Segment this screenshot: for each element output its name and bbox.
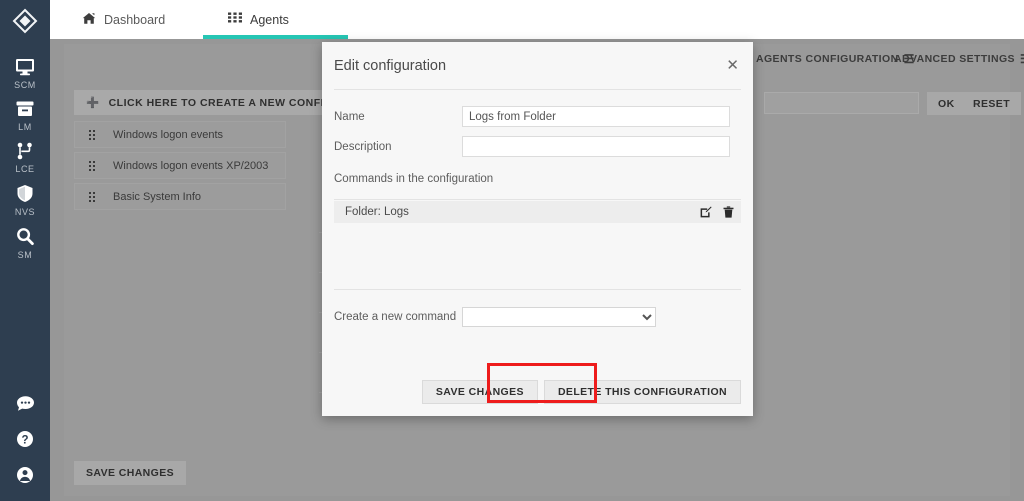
command-name: Folder: Logs <box>345 206 409 218</box>
user-circle-icon <box>16 466 34 484</box>
commands-top-divider <box>334 199 741 200</box>
home-icon <box>82 12 96 28</box>
command-row: Folder: Logs <box>334 201 741 223</box>
monitor-icon <box>15 58 35 76</box>
page-save-changes-button[interactable]: SAVE CHANGES <box>74 461 187 485</box>
ok-button-label: OK <box>938 97 955 110</box>
drag-handle-icon[interactable] <box>89 160 95 171</box>
modal-body: Name Description Commands in the configu… <box>322 90 753 327</box>
edit-configuration-modal: Edit configuration ✕ Name Description Co… <box>322 42 753 416</box>
sidebar-item-label: LM <box>18 122 32 132</box>
sidebar-item-sm[interactable]: SM <box>0 220 50 263</box>
save-changes-label: SAVE CHANGES <box>86 467 175 479</box>
header-label: AGENTS CONFIGURATION <box>756 53 899 65</box>
app-root: SCM LM LCE NVS SM ? Dashboard Agents AGE… <box>0 0 1024 501</box>
delete-configuration-label: DELETE THIS CONFIGURATION <box>557 386 727 398</box>
configuration-list-item[interactable]: Windows logon events XP/2003 <box>74 152 286 179</box>
agents-configuration-header[interactable]: AGENTS CONFIGURATION ☰ <box>756 52 915 66</box>
magnifier-icon <box>15 227 35 246</box>
help-circle-icon: ? <box>16 430 34 448</box>
rail-bottom-group: ? <box>0 386 50 493</box>
archive-box-icon <box>15 100 35 118</box>
chat-bubble-icon <box>16 395 35 412</box>
close-icon[interactable]: ✕ <box>726 58 739 73</box>
delete-configuration-button[interactable]: DELETE THIS CONFIGURATION <box>543 380 741 404</box>
modal-header: Edit configuration ✕ <box>322 42 753 89</box>
configuration-name: Windows logon events <box>113 128 224 141</box>
shield-icon <box>15 184 35 203</box>
save-changes-button[interactable]: SAVE CHANGES <box>421 380 538 404</box>
trash-icon[interactable] <box>723 206 734 218</box>
grid-icon <box>228 12 242 27</box>
header-label: ADVANCED SETTINGS <box>894 53 1015 65</box>
svg-text:?: ? <box>21 434 28 446</box>
help-button[interactable]: ? <box>0 421 50 457</box>
drag-handle-icon[interactable] <box>89 191 95 202</box>
new-command-select[interactable] <box>462 307 656 327</box>
configuration-name: Basic System Info <box>113 190 202 203</box>
left-rail: SCM LM LCE NVS SM ? <box>0 0 50 501</box>
sitemap-branch-icon <box>15 142 35 160</box>
tab-dashboard[interactable]: Dashboard <box>72 0 175 39</box>
configuration-name: Windows logon events XP/2003 <box>113 159 269 172</box>
new-command-row: Create a new command <box>334 290 741 327</box>
name-input[interactable] <box>462 106 730 127</box>
diamond-logo-icon[interactable] <box>12 8 38 39</box>
commands-section-label: Commands in the configuration <box>334 173 494 185</box>
description-input[interactable] <box>462 136 730 157</box>
hamburger-icon: ☰ <box>1020 52 1024 66</box>
name-field-row: Name <box>334 106 741 127</box>
search-input[interactable] <box>764 92 919 114</box>
top-tab-bar: Dashboard Agents <box>50 0 1024 39</box>
sidebar-item-nvs[interactable]: NVS <box>0 177 50 220</box>
reset-button-label: RESET <box>973 97 1011 110</box>
tab-label: Agents <box>250 12 289 27</box>
configuration-list-item[interactable]: Windows logon events <box>74 121 286 148</box>
new-command-label: Create a new command <box>334 311 457 323</box>
description-label: Description <box>334 140 392 153</box>
sidebar-item-label: SM <box>17 250 33 260</box>
tab-agents[interactable]: Agents <box>218 0 299 39</box>
chat-button[interactable] <box>0 386 50 421</box>
save-changes-label: SAVE CHANGES <box>435 386 524 398</box>
sidebar-item-label: NVS <box>14 207 36 217</box>
command-actions <box>700 206 734 218</box>
advanced-settings-header[interactable]: ADVANCED SETTINGS ☰ <box>894 52 1024 66</box>
commands-empty-space <box>334 223 741 289</box>
sidebar-item-lm[interactable]: LM <box>0 93 50 135</box>
description-field-row: Description <box>334 136 741 157</box>
reset-button[interactable]: RESET <box>962 92 1022 115</box>
sidebar-item-scm[interactable]: SCM <box>0 51 50 93</box>
tab-label: Dashboard <box>104 12 166 27</box>
modal-footer: SAVE CHANGES DELETE THIS CONFIGURATION <box>322 368 753 416</box>
configuration-list-item[interactable]: Basic System Info <box>74 183 286 210</box>
sidebar-item-lce[interactable]: LCE <box>0 135 50 177</box>
ok-button[interactable]: OK <box>927 92 966 115</box>
create-new-configuration-button[interactable]: ➕ CLICK HERE TO CREATE A NEW CONFIGURATI <box>74 90 364 115</box>
sidebar-item-label: SCM <box>14 80 36 90</box>
plus-icon: ➕ <box>86 97 100 109</box>
sidebar-item-label: LCE <box>15 164 35 174</box>
edit-pencil-icon[interactable] <box>700 206 712 218</box>
name-label: Name <box>334 110 365 123</box>
modal-title: Edit configuration <box>334 57 447 74</box>
active-tab-indicator <box>203 35 348 39</box>
drag-handle-icon[interactable] <box>89 129 95 140</box>
user-account-button[interactable] <box>0 457 50 493</box>
